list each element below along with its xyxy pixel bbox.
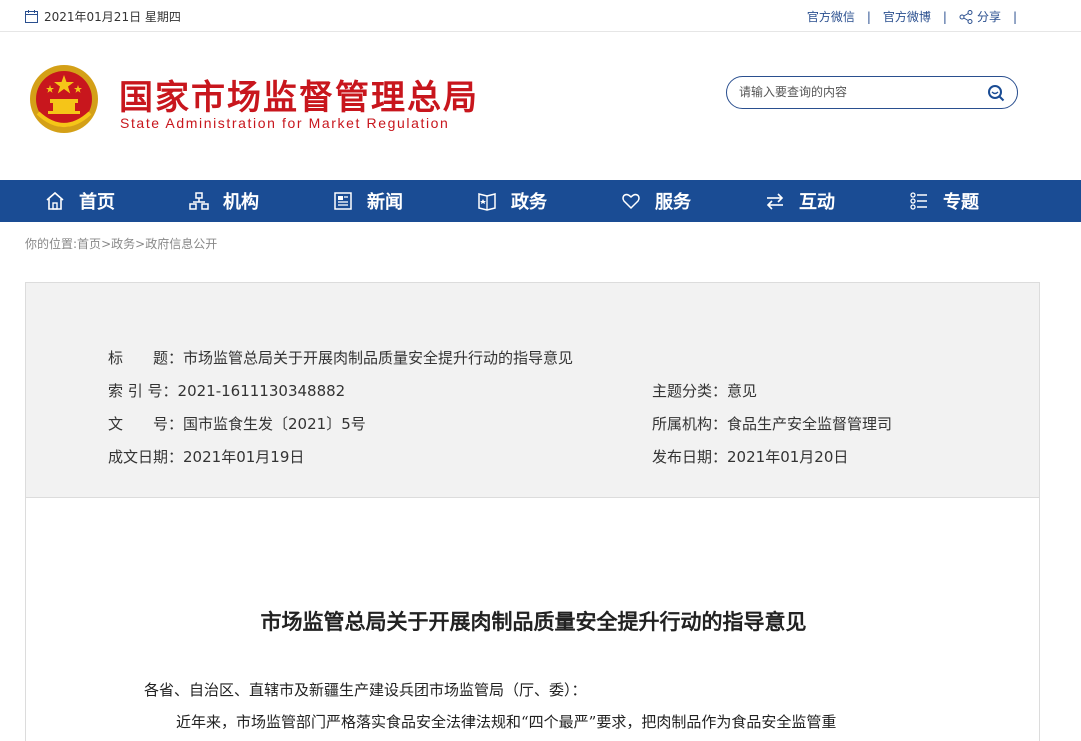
info-topic-label: 主题分类： <box>652 382 728 400</box>
heart-icon <box>622 193 640 210</box>
info-created-label: 成文日期： <box>108 448 184 466</box>
site-title-cn[interactable]: 国家市场监督管理总局 <box>119 70 479 119</box>
nav-label: 服务 <box>655 192 691 213</box>
breadcrumb: 你的位置:首页>政务>政府信息公开 <box>25 235 217 252</box>
info-docno-label: 文 号： <box>108 415 184 433</box>
breadcrumb-prefix: 你的位置: <box>25 237 78 251</box>
nav-item-service[interactable]: 服务 <box>621 180 765 222</box>
breadcrumb-home[interactable]: 首页 <box>77 237 101 251</box>
info-title-label: 标 题： <box>108 349 184 367</box>
nav-label: 政务 <box>511 192 547 213</box>
calendar-icon <box>25 10 38 23</box>
site-header: 国家市场监督管理总局 State Administration for Mark… <box>0 33 1081 180</box>
search-input[interactable] <box>739 85 979 99</box>
info-created-value: 2021年01月19日 <box>183 448 305 466</box>
document-info-box: 标 题：市场监管总局关于开展肉制品质量安全提升行动的指导意见 索 引 号：202… <box>25 282 1040 498</box>
top-links: 官方微信 | 官方微博 | 分享 | <box>807 8 1029 25</box>
info-docno-row: 文 号：国市监食生发〔2021〕5号 <box>108 413 366 434</box>
info-title-row: 标 题：市场监管总局关于开展肉制品质量安全提升行动的指导意见 <box>108 347 573 368</box>
site-title-en: State Administration for Market Regulati… <box>120 115 450 131</box>
info-published-row: 发布日期：2021年01月20日 <box>652 446 848 467</box>
nav-item-home[interactable]: 首页 <box>0 180 189 222</box>
article-title: 市场监管总局关于开展肉制品质量安全提升行动的指导意见 <box>260 609 807 634</box>
org-chart-icon <box>189 192 209 210</box>
divider: | <box>942 9 947 24</box>
article-body: 市场监管总局关于开展肉制品质量安全提升行动的指导意见 各省、自治区、直辖市及新疆… <box>25 498 1040 741</box>
weibo-link[interactable]: 官方微博 <box>883 8 931 25</box>
main-nav: 首页 机构 新闻 政务 服务 互动 专题 <box>0 180 1081 222</box>
info-org-value: 食品生产安全监督管理司 <box>727 415 893 433</box>
nav-item-affairs[interactable]: 政务 <box>477 180 621 222</box>
nav-item-topics[interactable]: 专题 <box>909 180 1053 222</box>
info-created-row: 成文日期：2021年01月19日 <box>108 446 304 467</box>
date-display: 2021年01月21日 星期四 <box>25 8 181 25</box>
search-icon[interactable] <box>987 84 1005 102</box>
nav-item-org[interactable]: 机构 <box>189 180 333 222</box>
breadcrumb-sep: > <box>101 237 112 251</box>
nav-label: 首页 <box>79 192 115 213</box>
nav-item-interact[interactable]: 互动 <box>765 180 909 222</box>
nav-label: 互动 <box>799 192 835 213</box>
search-box <box>726 76 1018 109</box>
share-icon <box>959 9 973 24</box>
info-title-value: 市场监管总局关于开展肉制品质量安全提升行动的指导意见 <box>183 349 574 367</box>
info-published-value: 2021年01月20日 <box>727 448 849 466</box>
nav-label: 新闻 <box>367 192 403 213</box>
info-index-label: 索 引 号： <box>108 382 178 400</box>
top-bar: 2021年01月21日 星期四 官方微信 | 官方微博 | 分享 | <box>0 0 1081 32</box>
breadcrumb-affairs[interactable]: 政务 <box>111 237 135 251</box>
newspaper-icon <box>334 192 352 210</box>
info-published-label: 发布日期： <box>652 448 728 466</box>
info-org-label: 所属机构： <box>652 415 728 433</box>
info-index-row: 索 引 号：2021-1611130348882 <box>108 380 345 401</box>
info-topic-value: 意见 <box>727 382 758 400</box>
info-index-value: 2021-1611130348882 <box>177 382 346 400</box>
article-salutation: 各省、自治区、直辖市及新疆生产建设兵团市场监管局（厅、委）： <box>144 681 587 699</box>
nav-label: 机构 <box>223 192 259 213</box>
home-icon <box>46 191 64 210</box>
nav-item-news[interactable]: 新闻 <box>333 180 477 222</box>
book-icon <box>478 193 496 211</box>
info-docno-value: 国市监食生发〔2021〕5号 <box>183 415 366 433</box>
share-link[interactable]: 分享 <box>959 8 1001 25</box>
date-text: 2021年01月21日 星期四 <box>44 10 181 24</box>
info-org-row: 所属机构：食品生产安全监督管理司 <box>652 413 892 434</box>
exchange-arrows-icon <box>766 193 784 210</box>
divider: | <box>1012 9 1017 24</box>
nav-label: 专题 <box>943 192 979 213</box>
list-icon <box>910 192 927 210</box>
breadcrumb-sep: > <box>135 237 146 251</box>
national-emblem-icon[interactable] <box>28 63 100 135</box>
share-label: 分享 <box>976 10 1001 24</box>
wechat-link[interactable]: 官方微信 <box>807 8 855 25</box>
article-paragraph: 近年来，市场监管部门严格落实食品安全法律法规和“四个最严”要求，把肉制品作为食品… <box>176 713 837 731</box>
info-topic-row: 主题分类：意见 <box>652 380 757 401</box>
divider: | <box>866 9 871 24</box>
breadcrumb-gov-info[interactable]: 政府信息公开 <box>145 237 217 251</box>
